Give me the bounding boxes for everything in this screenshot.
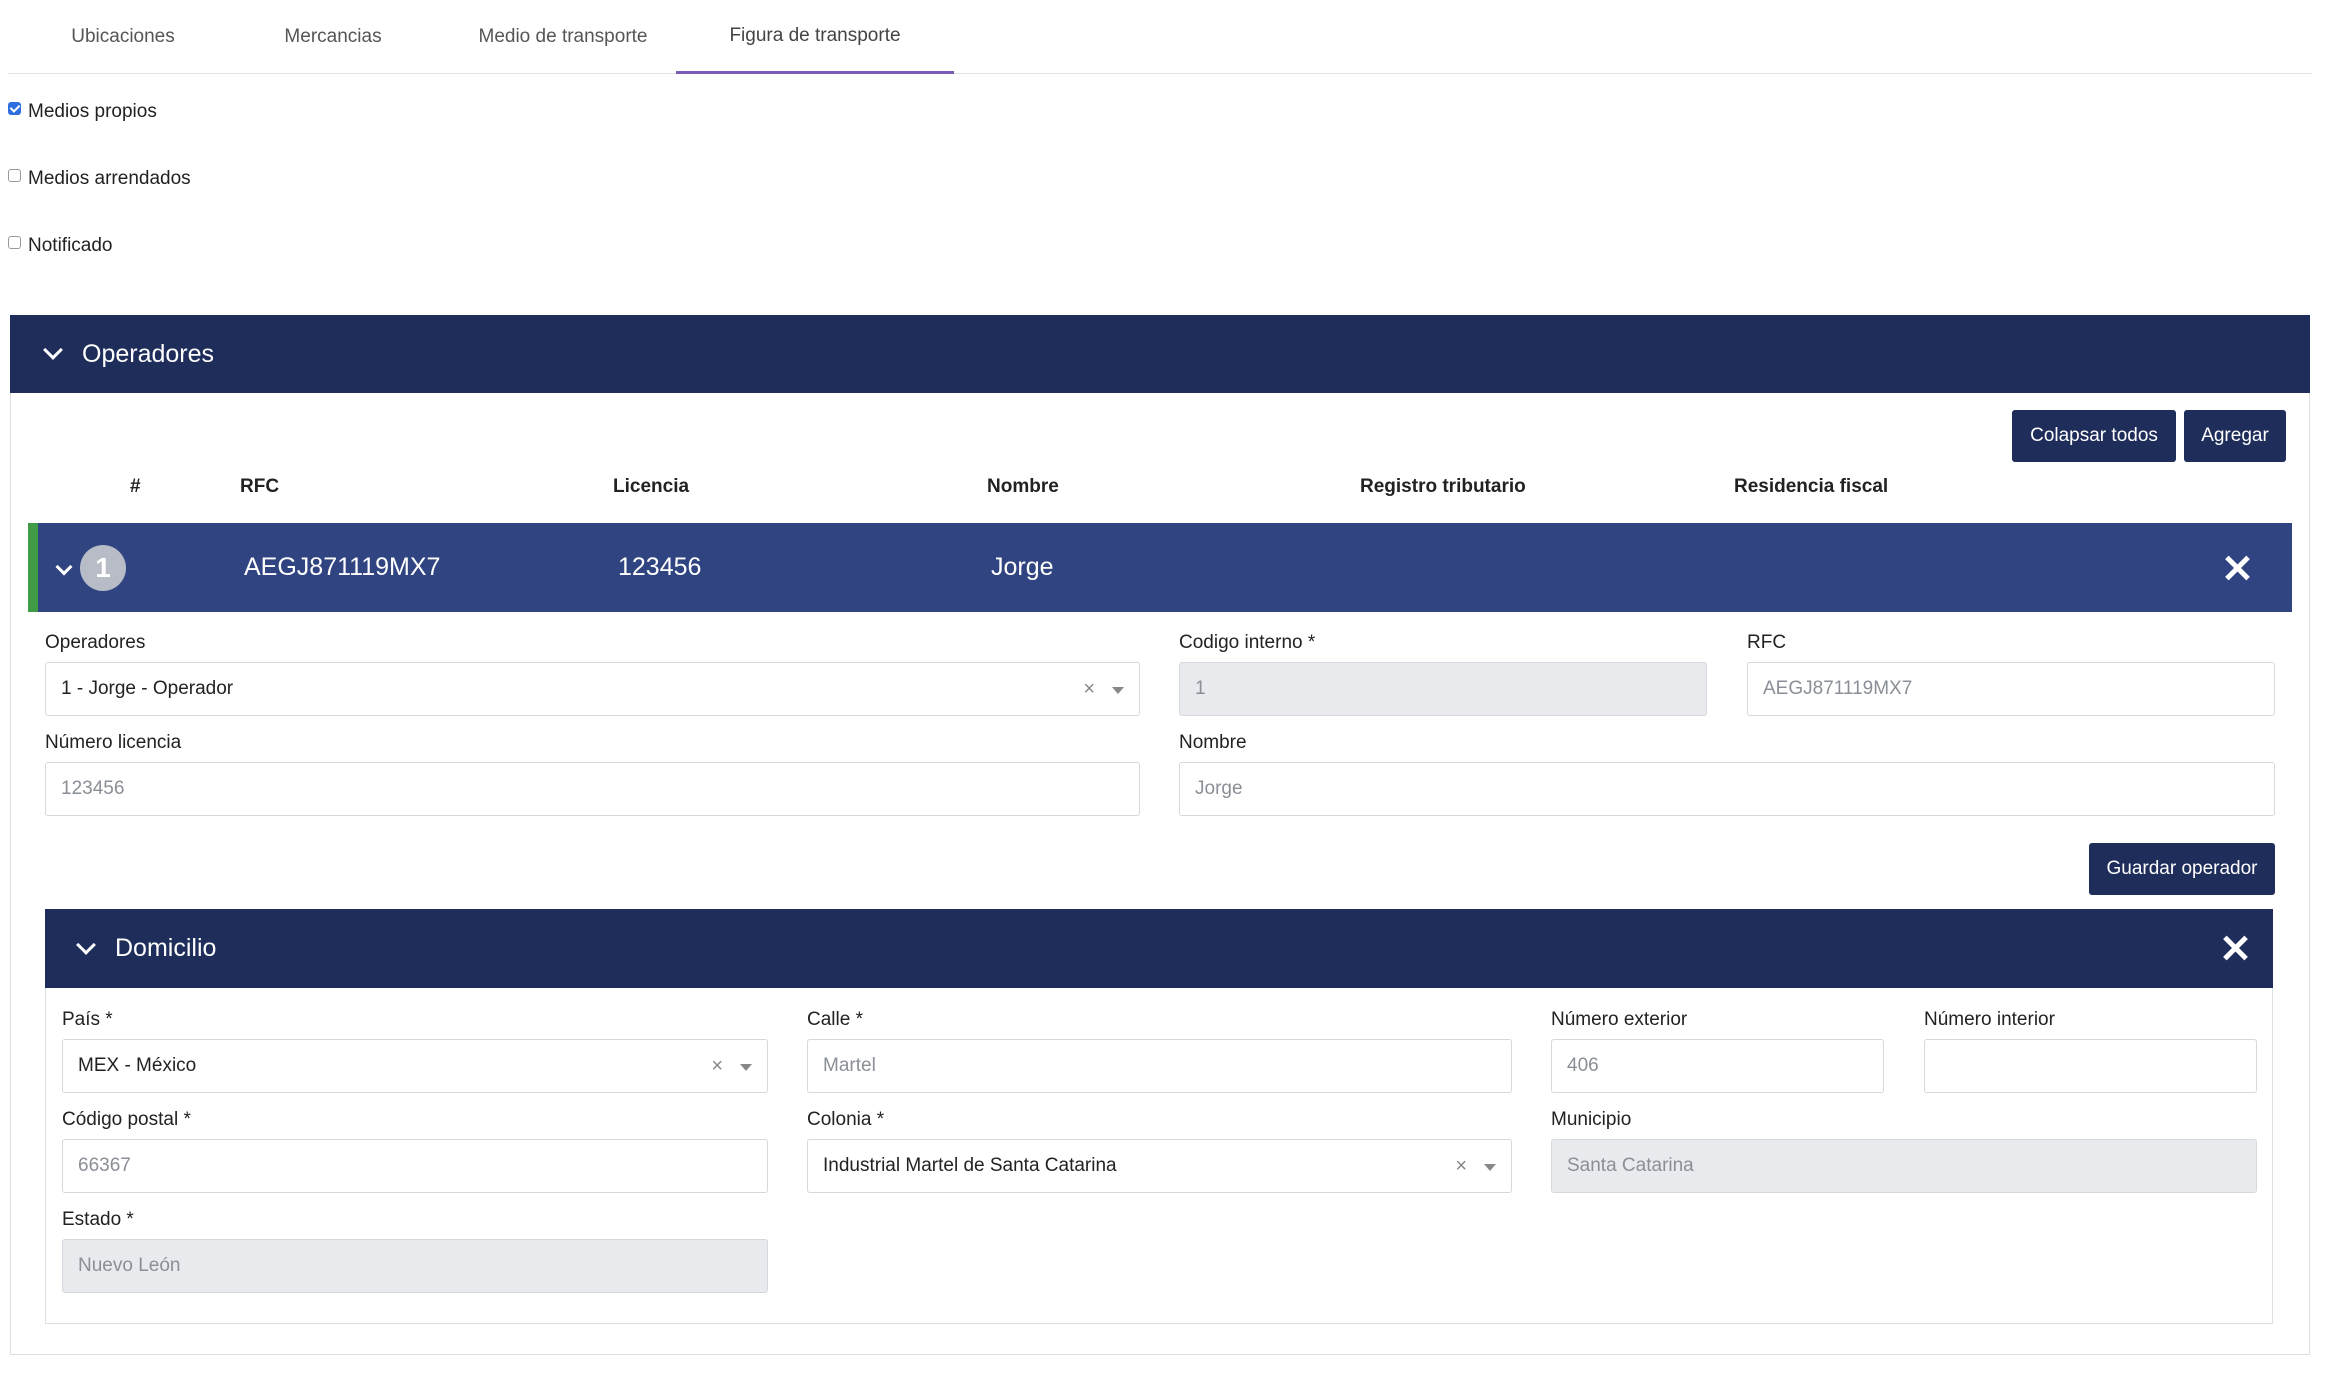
column-header-number: # xyxy=(130,476,141,497)
row-number-badge: 1 xyxy=(80,545,126,591)
caret-down-icon[interactable] xyxy=(740,1064,752,1071)
add-operator-button[interactable]: Agregar xyxy=(2184,410,2286,462)
estado-field: Nuevo León xyxy=(62,1239,768,1293)
codigo-postal-field[interactable]: 66367 xyxy=(62,1139,768,1193)
numero-exterior-label: Número exterior xyxy=(1551,1009,1688,1030)
checkbox-medios-arrendados-row[interactable]: Medios arrendados xyxy=(8,168,191,190)
rfc-label: RFC xyxy=(1747,632,1787,653)
collapse-all-button[interactable]: Colapsar todos xyxy=(2012,410,2176,462)
tab-ubicaciones[interactable]: Ubicaciones xyxy=(30,0,216,74)
codigo-interno-label: Codigo interno * xyxy=(1179,632,1316,653)
medios-propios-label: Medios propios xyxy=(28,101,157,122)
row-rfc: AEGJ871119MX7 xyxy=(244,553,441,581)
notificado-checkbox[interactable] xyxy=(8,235,21,249)
numero-licencia-label: Número licencia xyxy=(45,732,182,753)
notificado-label: Notificado xyxy=(28,235,113,256)
municipio-label: Municipio xyxy=(1551,1109,1632,1130)
row-status-bar xyxy=(28,523,38,612)
numero-exterior-field[interactable]: 406 xyxy=(1551,1039,1884,1093)
pais-select[interactable]: MEX - México × xyxy=(62,1039,768,1093)
operadores-panel-title: Operadores xyxy=(82,339,215,368)
domicilio-panel-header[interactable]: Domicilio xyxy=(45,909,2273,988)
operator-row[interactable]: 1 AEGJ871119MX7 123456 Jorge xyxy=(28,523,2292,612)
clear-icon[interactable]: × xyxy=(1455,1155,1467,1178)
remove-domicilio-close-icon[interactable] xyxy=(2220,933,2250,963)
clear-icon[interactable]: × xyxy=(711,1055,723,1078)
rfc-field[interactable]: AEGJ871119MX7 xyxy=(1747,662,2275,716)
remove-operator-close-icon[interactable] xyxy=(2222,553,2252,583)
tab-medio-de-transporte[interactable]: Medio de transporte xyxy=(458,0,668,74)
colonia-select-value: Industrial Martel de Santa Catarina xyxy=(823,1155,1117,1176)
column-header-licencia: Licencia xyxy=(613,476,690,497)
estado-label: Estado * xyxy=(62,1209,134,1230)
codigo-postal-label: Código postal * xyxy=(62,1109,191,1130)
column-header-nombre: Nombre xyxy=(987,476,1059,497)
operadores-select-value: 1 - Jorge - Operador xyxy=(61,678,234,699)
domicilio-panel-title: Domicilio xyxy=(115,934,217,962)
nombre-label: Nombre xyxy=(1179,732,1247,753)
medios-arrendados-checkbox[interactable] xyxy=(8,168,21,182)
colonia-label: Colonia * xyxy=(807,1109,885,1130)
tab-mercancias[interactable]: Mercancias xyxy=(238,0,428,74)
operadores-field-label: Operadores xyxy=(45,632,146,653)
chevron-down-icon xyxy=(43,340,63,360)
clear-icon[interactable]: × xyxy=(1083,678,1095,701)
chevron-down-icon xyxy=(76,934,96,955)
pais-label: País * xyxy=(62,1009,113,1030)
save-operator-button[interactable]: Guardar operador xyxy=(2089,843,2275,895)
operadores-select[interactable]: 1 - Jorge - Operador × xyxy=(45,662,1140,716)
numero-licencia-field[interactable]: 123456 xyxy=(45,762,1140,816)
pais-select-value: MEX - México xyxy=(78,1055,197,1076)
row-nombre: Jorge xyxy=(991,553,1054,581)
operadores-panel-header[interactable]: Operadores xyxy=(10,315,2310,393)
row-licencia: 123456 xyxy=(618,553,702,581)
column-header-rfc: RFC xyxy=(240,476,280,497)
calle-label: Calle * xyxy=(807,1009,863,1030)
codigo-interno-field: 1 xyxy=(1179,662,1707,716)
tab-bar: Ubicaciones Mercancias Medio de transpor… xyxy=(8,0,2312,74)
tab-figura-de-transporte[interactable]: Figura de transporte xyxy=(676,0,954,74)
medios-arrendados-label: Medios arrendados xyxy=(28,168,191,189)
caret-down-icon[interactable] xyxy=(1112,687,1124,694)
numero-interior-label: Número interior xyxy=(1924,1009,2055,1030)
municipio-field: Santa Catarina xyxy=(1551,1139,2257,1193)
numero-interior-field[interactable] xyxy=(1924,1039,2257,1093)
medios-propios-checkbox[interactable] xyxy=(8,101,21,115)
caret-down-icon[interactable] xyxy=(1484,1164,1496,1171)
column-header-residencia-fiscal: Residencia fiscal xyxy=(1734,476,1889,497)
chevron-down-icon[interactable] xyxy=(55,558,73,576)
colonia-select[interactable]: Industrial Martel de Santa Catarina × xyxy=(807,1139,1512,1193)
checkbox-notificado-row[interactable]: Notificado xyxy=(8,235,113,257)
nombre-field[interactable]: Jorge xyxy=(1179,762,2275,816)
column-header-registro-tributario: Registro tributario xyxy=(1360,476,1526,497)
checkbox-medios-propios-row[interactable]: Medios propios xyxy=(8,101,157,123)
calle-field[interactable]: Martel xyxy=(807,1039,1512,1093)
